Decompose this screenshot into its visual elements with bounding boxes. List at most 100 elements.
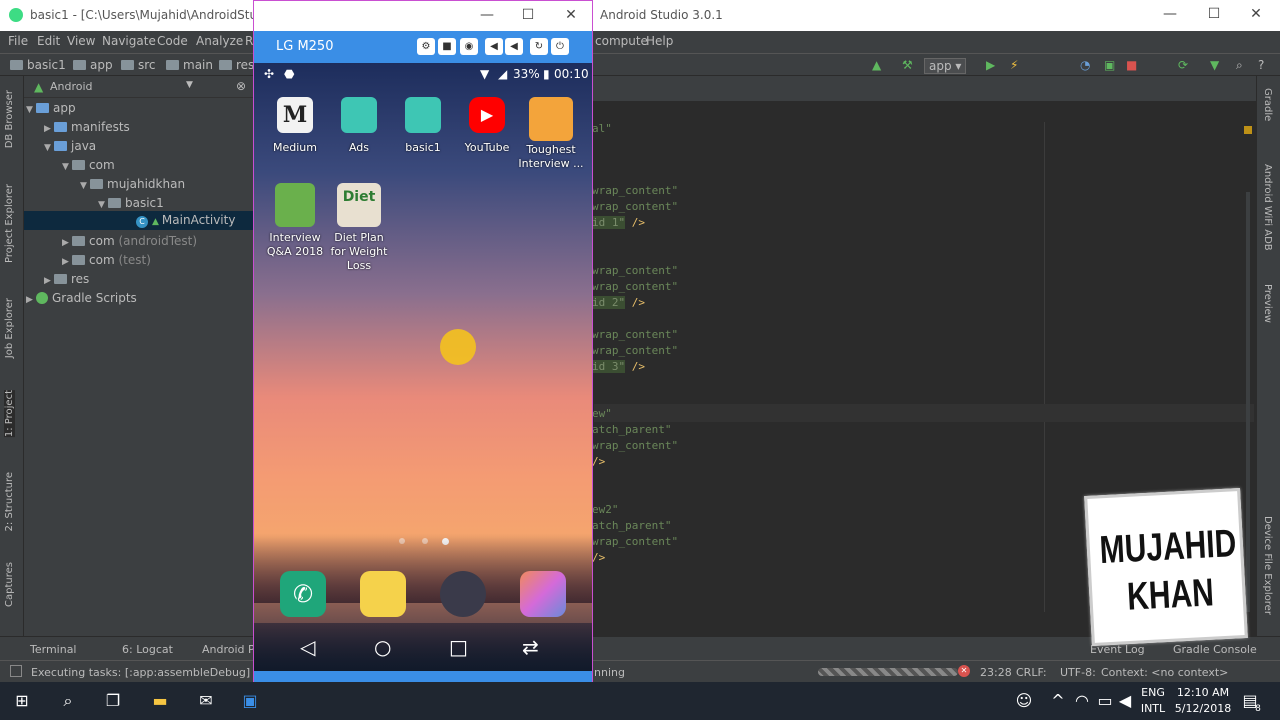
app-basic1[interactable]: basic1 — [390, 97, 456, 155]
tree-item-mainactivity[interactable]: C ▲ MainActivity — [24, 211, 254, 230]
tool-job-explorer[interactable]: Job Explorer — [4, 298, 15, 358]
home-icon[interactable]: ○ — [374, 635, 391, 659]
breadcrumb-basic1[interactable]: basic1 — [10, 58, 66, 72]
phone-maximize-button[interactable]: ☐ — [517, 7, 539, 23]
menu-edit[interactable]: Edit — [37, 34, 60, 48]
tree-item-com[interactable]: ▼ com — [62, 156, 115, 175]
tool-gradle-console[interactable]: Gradle Console — [1173, 643, 1257, 656]
breadcrumb-res[interactable]: res — [219, 58, 254, 72]
menu-code[interactable]: Code — [157, 34, 188, 48]
app-youtube[interactable]: ▶ YouTube — [454, 97, 520, 155]
maximize-button[interactable]: ☐ — [1204, 6, 1224, 24]
menu-analyze[interactable]: Analyze — [196, 34, 243, 48]
sdk-manager-icon[interactable]: ▼ — [1210, 58, 1219, 72]
chevron-up-icon[interactable]: ^ — [1048, 691, 1068, 711]
stop-icon[interactable]: ■ — [1126, 58, 1137, 72]
network-icon[interactable]: ◠ — [1072, 691, 1092, 711]
sync-gradle-icon[interactable]: ⟳ — [1178, 58, 1188, 72]
tool-captures[interactable]: Captures — [4, 562, 15, 607]
phone-screen[interactable]: ✣ ⬣ ▼ ◢ 33% ▮ 00:10 M Medium Ads basic1 … — [254, 63, 592, 671]
task-view-icon[interactable]: ❐ — [103, 691, 123, 711]
tree-item-gradle-scripts[interactable]: ▶ Gradle Scripts — [26, 289, 137, 308]
app-medium[interactable]: M Medium — [262, 97, 328, 155]
start-windows-icon[interactable]: ⊞ — [12, 691, 32, 711]
project-view-header[interactable]: ▲ Android ▼ ⊗ — [24, 76, 254, 98]
tree-item-mujahidkhan[interactable]: ▼ mujahidkhan — [80, 175, 185, 194]
record-video-icon[interactable]: ■ — [438, 38, 456, 55]
app-diet-plan[interactable]: Diet Diet Plan for Weight Loss — [326, 183, 392, 273]
profiler-icon[interactable]: ◔ — [1080, 58, 1090, 72]
app-interview-qa[interactable]: Interview Q&A 2018 — [262, 183, 328, 259]
status-encoding[interactable]: UTF-8: — [1060, 666, 1096, 679]
camera-app-icon[interactable] — [440, 571, 486, 617]
tool-preview[interactable]: Preview — [1262, 284, 1273, 323]
close-button[interactable]: ✕ — [1246, 6, 1266, 24]
recents-icon[interactable]: □ — [449, 635, 468, 659]
run-icon[interactable]: ▶ — [986, 58, 995, 72]
power-icon[interactable]: ⏻ — [551, 38, 569, 55]
tree-item-java[interactable]: ▼ java — [44, 137, 96, 156]
status-toggle-icon[interactable] — [10, 665, 22, 677]
settings-gear-icon[interactable]: ⚙ — [417, 38, 435, 55]
phone-app-icon[interactable]: ✆ — [280, 571, 326, 617]
project-view-selector[interactable]: Android — [50, 80, 93, 93]
minimize-button[interactable]: — — [1160, 6, 1180, 24]
tool-android-profiler[interactable]: Android P — [202, 643, 255, 656]
search-icon[interactable]: ⌕ — [1236, 58, 1243, 73]
gallery-app-icon[interactable] — [520, 571, 566, 617]
keyboard-layout[interactable]: INTL — [1138, 702, 1168, 715]
clock-date[interactable]: 5/12/2018 — [1172, 702, 1234, 715]
back-icon[interactable]: ◁ — [300, 635, 315, 659]
breadcrumb-src[interactable]: src — [121, 58, 156, 72]
people-icon[interactable]: ☺ — [1014, 691, 1034, 711]
tool-device-file-explorer[interactable]: Device File Explorer — [1262, 516, 1273, 615]
breadcrumb-app[interactable]: app — [73, 58, 113, 72]
tool-project-explorer[interactable]: Project Explorer — [4, 184, 15, 263]
app-toughest-interview[interactable]: Toughest Interview ... — [518, 97, 584, 171]
breadcrumb-main[interactable]: main — [166, 58, 213, 72]
file-explorer-icon[interactable]: ▬ — [150, 691, 170, 711]
tool-logcat[interactable]: 6: Logcat — [122, 643, 173, 656]
status-context[interactable]: Context: <no context> — [1101, 666, 1228, 679]
tree-item-com-androidtest[interactable]: ▶ com (androidTest) — [62, 232, 197, 251]
tree-item-manifests[interactable]: ▶ manifests — [44, 118, 130, 137]
clock-time[interactable]: 12:10 AM — [1172, 686, 1234, 699]
messages-app-icon[interactable] — [360, 571, 406, 617]
tool-gradle[interactable]: Gradle — [1262, 88, 1273, 121]
tool-project[interactable]: 1: Project — [4, 390, 15, 438]
tree-item-res[interactable]: ▶ res — [44, 270, 89, 289]
rotate-icon[interactable]: ↻ — [530, 38, 548, 55]
help-icon[interactable]: ? — [1258, 58, 1264, 72]
menu-compute[interactable]: compute — [595, 34, 648, 48]
pinned-app-icon[interactable]: ▣ — [240, 691, 260, 711]
menu-view[interactable]: View — [67, 34, 95, 48]
phone-close-button[interactable]: ✕ — [560, 7, 582, 23]
menu-navigate[interactable]: Navigate — [102, 34, 156, 48]
menu-file[interactable]: File — [8, 34, 28, 48]
status-line-separator[interactable]: CRLF: — [1016, 666, 1047, 679]
build-hammer-icon[interactable]: ⚒ — [902, 58, 913, 72]
instant-run-icon[interactable]: ⚡ — [1010, 58, 1018, 72]
volume-icon[interactable]: ◀ — [1115, 691, 1135, 711]
tool-terminal[interactable]: Terminal — [30, 643, 77, 656]
warning-marker[interactable] — [1244, 126, 1252, 134]
settings-gear-icon[interactable]: ⊗ — [236, 79, 246, 93]
chevron-down-icon[interactable]: ▼ — [186, 80, 193, 90]
attach-debugger-icon[interactable]: ▣ — [1104, 58, 1115, 72]
search-icon[interactable]: ⌕ — [58, 691, 78, 711]
editor-scrollbar[interactable] — [1246, 192, 1250, 612]
tree-item-app[interactable]: ▼ app — [26, 99, 76, 118]
phone-minimize-button[interactable]: — — [476, 7, 498, 23]
cancel-task-icon[interactable]: ✕ — [958, 665, 970, 677]
menu-help[interactable]: Help — [646, 34, 673, 48]
switch-sim-icon[interactable]: ⇄ — [522, 635, 539, 659]
tool-structure[interactable]: 2: Structure — [4, 472, 15, 531]
android-icon[interactable]: ▲ — [872, 58, 881, 72]
status-caret-position[interactable]: 23:28 — [980, 666, 1012, 679]
app-ads[interactable]: Ads — [326, 97, 392, 155]
run-config-dropdown[interactable]: app ▾ — [924, 58, 967, 74]
screenshot-camera-icon[interactable]: ◉ — [460, 38, 478, 55]
battery-icon[interactable]: ▭ — [1095, 691, 1115, 711]
volume-down-icon[interactable]: ◀ — [485, 38, 503, 55]
tool-db-browser[interactable]: DB Browser — [4, 90, 15, 148]
